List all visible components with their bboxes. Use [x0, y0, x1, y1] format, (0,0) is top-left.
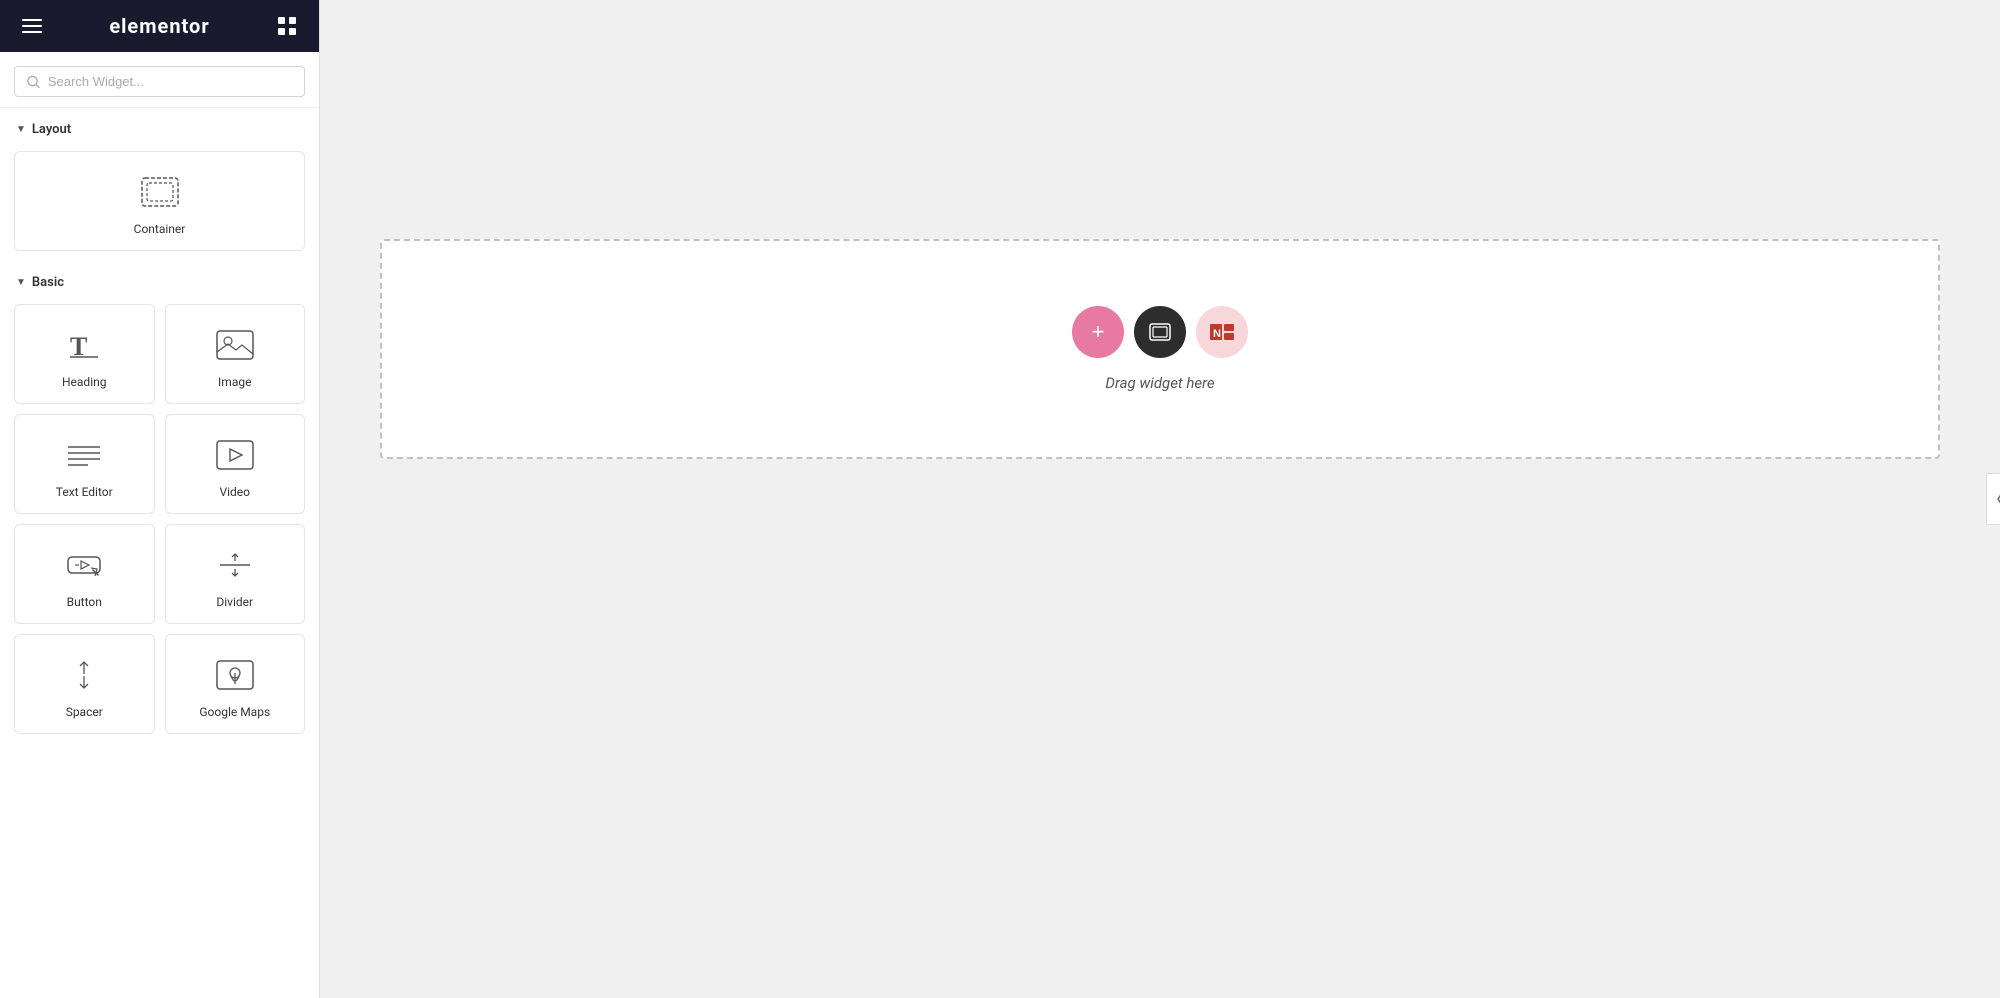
news-button[interactable]: N	[1196, 306, 1248, 358]
google-maps-label: Google Maps	[199, 705, 270, 719]
svg-text:N: N	[1213, 328, 1221, 340]
heading-label: Heading	[62, 375, 107, 389]
video-label: Video	[219, 485, 250, 499]
widget-card-container[interactable]: Container	[14, 151, 305, 251]
widget-card-google-maps[interactable]: Google Maps	[165, 634, 306, 734]
button-icon	[64, 545, 104, 585]
heading-icon: T	[64, 325, 104, 365]
google-maps-icon	[215, 655, 255, 695]
hamburger-icon[interactable]	[18, 12, 46, 40]
search-input-wrapper	[14, 66, 305, 97]
widget-card-divider[interactable]: Divider	[165, 524, 306, 624]
basic-widget-grid: T Heading Image	[0, 298, 319, 744]
drag-widget-text: Drag widget here	[1105, 374, 1214, 392]
widget-card-heading[interactable]: T Heading	[14, 304, 155, 404]
drop-zone-buttons: + N	[1072, 306, 1248, 358]
app-logo: elementor	[109, 14, 209, 38]
button-label: Button	[67, 595, 102, 609]
divider-icon	[215, 545, 255, 585]
text-editor-icon	[64, 435, 104, 475]
basic-label: Basic	[32, 275, 64, 290]
widget-card-text-editor[interactable]: Text Editor	[14, 414, 155, 514]
container-label: Container	[134, 222, 186, 236]
image-icon	[215, 325, 255, 365]
container-button[interactable]	[1134, 306, 1186, 358]
layout-chevron-icon: ▼	[16, 124, 26, 135]
video-icon	[215, 435, 255, 475]
sidebar-header: elementor	[0, 0, 319, 52]
search-icon	[27, 75, 40, 89]
canvas-drop-zone[interactable]: + N Drag wid	[380, 239, 1940, 459]
collapse-sidebar-handle[interactable]	[1986, 473, 2000, 525]
widget-card-spacer[interactable]: Spacer	[14, 634, 155, 734]
add-widget-button[interactable]: +	[1072, 306, 1124, 358]
widget-card-video[interactable]: Video	[165, 414, 306, 514]
canvas-area: + N Drag wid	[320, 0, 2000, 998]
spacer-icon	[64, 655, 104, 695]
canvas-drop-zone-wrapper: + N Drag wid	[320, 0, 2000, 998]
spacer-label: Spacer	[66, 705, 103, 719]
sidebar: elementor ▼ Layout	[0, 0, 320, 998]
basic-section-label[interactable]: ▼ Basic	[0, 261, 319, 298]
layout-label: Layout	[32, 122, 71, 137]
search-input[interactable]	[48, 74, 292, 89]
grid-icon[interactable]	[273, 12, 301, 40]
basic-chevron-icon: ▼	[16, 277, 26, 288]
layout-section-label[interactable]: ▼ Layout	[0, 108, 319, 145]
widget-card-button[interactable]: Button	[14, 524, 155, 624]
divider-label: Divider	[216, 595, 253, 609]
text-editor-label: Text Editor	[56, 485, 113, 499]
search-container	[0, 52, 319, 108]
layout-widget-grid: Container	[0, 145, 319, 261]
image-label: Image	[218, 375, 251, 389]
container-icon	[140, 172, 180, 212]
widget-card-image[interactable]: Image	[165, 304, 306, 404]
